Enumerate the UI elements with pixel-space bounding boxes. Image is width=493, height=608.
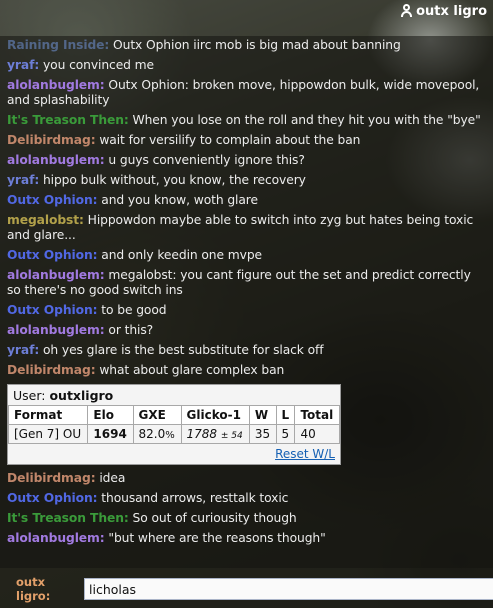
chat-message-input[interactable]: [84, 578, 493, 600]
cell-elo: 1694: [87, 424, 134, 444]
chat-message-text: Outx Ophion iirc mob is big mad about ba…: [113, 38, 401, 52]
chat-username[interactable]: alolanbuglem: [7, 78, 105, 92]
chat-message: yraf oh yes glare is the best substitute…: [0, 341, 493, 361]
chat-message-text: When you lose on the roll and they hit y…: [132, 113, 481, 127]
chat-message-text: and you know, woth glare: [101, 193, 258, 207]
chat-message: yraf you convinced me: [0, 56, 493, 76]
col-glicko: Glicko-1: [180, 405, 250, 425]
col-wins: W: [248, 405, 277, 425]
chat-message: megalobst Hippowdon maybe able to switch…: [0, 211, 493, 246]
user-icon: [400, 4, 413, 18]
chat-username[interactable]: Outx Ophion: [7, 491, 97, 505]
chat-username[interactable]: Delibirdmag: [7, 363, 96, 377]
chat-username[interactable]: yraf: [7, 173, 39, 187]
chat-username[interactable]: Delibirdmag: [7, 471, 96, 485]
chat-message: Delibirdmag idea: [0, 469, 493, 489]
chat-message-text: So out of curiousity though: [132, 511, 297, 525]
rating-card-user-label: User:: [13, 388, 46, 403]
current-user-button[interactable]: outx ligro: [396, 0, 493, 22]
cell-total: 40: [294, 424, 340, 444]
chat-message-text: you convinced me: [42, 58, 155, 72]
chat-message: Delibirdmag wait for versilify to compla…: [0, 131, 493, 151]
chat-message-text: or this?: [108, 323, 154, 337]
col-losses: L: [275, 405, 296, 425]
chat-message-text: thousand arrows, resttalk toxic: [101, 491, 289, 505]
chat-message: Outx Ophion and you know, woth glare: [0, 191, 493, 211]
chat-username[interactable]: Outx Ophion: [7, 303, 97, 317]
col-total: Total: [294, 405, 340, 425]
chat-message-text: idea: [99, 471, 126, 485]
chat-username[interactable]: alolanbuglem: [7, 268, 105, 282]
chat-username[interactable]: megalobst: [7, 213, 84, 227]
chat-input-bar: outx ligro:: [0, 574, 493, 604]
cell-glicko: 1788 ± 54: [180, 424, 250, 444]
chat-message-text: and only keedin one mvpe: [101, 248, 263, 262]
chat-username[interactable]: It's Treason Then: [7, 511, 129, 525]
chat-message: It's Treason Then When you lose on the r…: [0, 111, 493, 131]
chat-username[interactable]: yraf: [7, 343, 39, 357]
chat-message: alolanbuglem Outx Ophion: broken move, h…: [0, 76, 493, 111]
rating-card: User: outxligro Format Elo GXE Glicko-1 …: [7, 384, 341, 465]
chat-message: alolanbuglem u guys conveniently ignore …: [0, 151, 493, 171]
table-row: [Gen 7] OU 1694 82.0% 1788 ± 54 35 5 40: [7, 424, 340, 444]
chat-log[interactable]: Raining Inside Outx Ophion iirc mob is b…: [0, 36, 493, 568]
rating-table: Format Elo GXE Glicko-1 W L Total [Gen 7…: [7, 405, 340, 444]
col-gxe: GXE: [132, 405, 182, 425]
chat-username[interactable]: alolanbuglem: [7, 323, 105, 337]
cell-wins: 35: [248, 424, 277, 444]
chat-message-text: u guys conveniently ignore this?: [108, 153, 305, 167]
chat-message-text: hippo bulk without, you know, the recove…: [42, 173, 306, 187]
chat-username[interactable]: alolanbuglem: [7, 153, 105, 167]
chat-message: alolanbuglem megalobst: you cant figure …: [0, 266, 493, 301]
chat-message-text: what about glare complex ban: [99, 363, 285, 377]
chat-message-text: to be good: [101, 303, 167, 317]
chat-message: alolanbuglem "but where are the reasons …: [0, 529, 493, 549]
chat-message: Delibirdmag what about glare complex ban: [0, 361, 493, 381]
chat-username[interactable]: alolanbuglem: [7, 531, 105, 545]
current-username: outx ligro: [416, 3, 487, 19]
chat-message: Outx Ophion and only keedin one mvpe: [0, 246, 493, 266]
col-elo: Elo: [87, 405, 134, 425]
chat-username[interactable]: yraf: [7, 58, 39, 72]
chat-message: Outx Ophion to be good: [0, 301, 493, 321]
chat-message-text: "but where are the reasons though": [108, 531, 326, 545]
chat-message: Raining Inside Outx Ophion iirc mob is b…: [0, 36, 493, 56]
rating-card-username: outxligro: [49, 388, 114, 403]
cell-losses: 5: [275, 424, 296, 444]
col-format: Format: [7, 405, 89, 425]
cell-format: [Gen 7] OU: [7, 424, 89, 444]
chat-message: yraf hippo bulk without, you know, the r…: [0, 171, 493, 191]
chat-username[interactable]: Raining Inside: [7, 38, 109, 52]
input-username-label: outx ligro:: [16, 575, 51, 603]
chat-message: alolanbuglem or this?: [0, 321, 493, 341]
chat-message-text: oh yes glare is the best substitute for …: [42, 343, 324, 357]
chat-username[interactable]: It's Treason Then: [7, 113, 129, 127]
chat-username[interactable]: Delibirdmag: [7, 133, 96, 147]
rating-table-header: Format Elo GXE Glicko-1 W L Total: [7, 405, 340, 425]
chat-message-text: wait for versilify to complain about the…: [99, 133, 361, 147]
chat-username[interactable]: Outx Ophion: [7, 193, 97, 207]
cell-gxe: 82.0%: [132, 424, 182, 444]
reset-wl-link[interactable]: Reset W/L: [275, 447, 335, 461]
chat-username[interactable]: Outx Ophion: [7, 248, 97, 262]
chat-message: Outx Ophion thousand arrows, resttalk to…: [0, 489, 493, 509]
chat-message: It's Treason Then So out of curiousity t…: [0, 509, 493, 529]
